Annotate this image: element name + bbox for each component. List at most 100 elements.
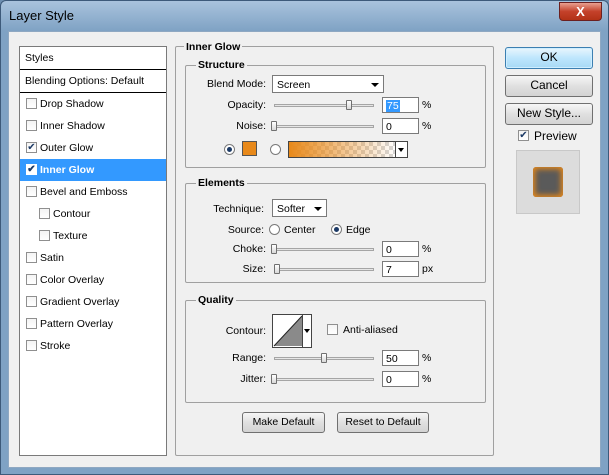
title-bar[interactable]: Layer Style X xyxy=(1,1,608,31)
style-item-label: Color Overlay xyxy=(40,274,105,286)
make-default-button[interactable]: Make Default xyxy=(242,412,325,433)
contour-picker[interactable] xyxy=(272,314,312,348)
size-slider[interactable] xyxy=(274,268,374,271)
elements-group: Elements Technique: Softer Source: Cente… xyxy=(185,177,486,283)
jitter-unit: % xyxy=(422,373,432,385)
style-item-inner-glow[interactable]: ✔ Inner Glow xyxy=(20,159,166,181)
new-style-button[interactable]: New Style... xyxy=(505,103,593,125)
source-center-radio[interactable] xyxy=(269,224,280,235)
style-item-drop-shadow[interactable]: Drop Shadow xyxy=(20,93,166,115)
opacity-input[interactable]: 75 xyxy=(382,97,419,113)
layer-style-window: Layer Style X Styles Blending Options: D… xyxy=(0,0,609,475)
ok-button[interactable]: OK xyxy=(505,47,593,69)
noise-value: 0 xyxy=(386,121,392,133)
source-edge-radio[interactable] xyxy=(331,224,342,235)
style-item-bevel-and-emboss[interactable]: Bevel and Emboss xyxy=(20,181,166,203)
close-button[interactable]: X xyxy=(559,2,602,21)
size-slider-thumb[interactable] xyxy=(274,264,280,274)
range-value: 50 xyxy=(386,353,398,365)
opacity-slider[interactable] xyxy=(274,104,374,107)
gradient-picker[interactable] xyxy=(288,141,408,158)
style-item-pattern-overlay[interactable]: Pattern Overlay xyxy=(20,313,166,335)
style-item-label: Contour xyxy=(53,208,91,220)
choke-slider[interactable] xyxy=(274,248,374,251)
preview-label[interactable]: Preview xyxy=(534,129,577,143)
dialog-client: Styles Blending Options: Default Drop Sh… xyxy=(8,31,601,468)
size-unit: px xyxy=(422,263,434,275)
range-slider-thumb[interactable] xyxy=(321,353,327,363)
quality-group: Quality Contour: Anti-aliased Range: 50 … xyxy=(185,294,486,403)
style-checkbox[interactable] xyxy=(26,318,37,329)
noise-slider[interactable] xyxy=(274,125,374,128)
styles-header[interactable]: Styles xyxy=(20,47,166,70)
preview-checkbox[interactable]: ✔ xyxy=(518,130,529,141)
source-center-label[interactable]: Center xyxy=(284,224,316,236)
style-checkbox[interactable] xyxy=(26,296,37,307)
range-label: Range: xyxy=(232,352,266,364)
style-item-label: Outer Glow xyxy=(40,142,94,154)
antialiased-checkbox[interactable] xyxy=(327,324,338,335)
style-item-stroke[interactable]: Stroke xyxy=(20,335,166,357)
source-edge-label[interactable]: Edge xyxy=(346,224,371,236)
style-checkbox[interactable] xyxy=(26,120,37,131)
cancel-button[interactable]: Cancel xyxy=(505,75,593,97)
blending-options-item[interactable]: Blending Options: Default xyxy=(20,70,166,93)
style-item-color-overlay[interactable]: Color Overlay xyxy=(20,269,166,291)
gradient-radio[interactable] xyxy=(270,144,281,155)
style-checkbox[interactable] xyxy=(39,208,50,219)
technique-select[interactable]: Softer xyxy=(272,199,327,217)
style-item-outer-glow[interactable]: ✔ Outer Glow xyxy=(20,137,166,159)
technique-label: Technique: xyxy=(213,203,264,215)
quality-title: Quality xyxy=(196,294,236,306)
style-checkbox[interactable] xyxy=(26,98,37,109)
style-item-texture[interactable]: Texture xyxy=(20,225,166,247)
style-checkbox[interactable] xyxy=(26,252,37,263)
style-item-label: Inner Shadow xyxy=(40,120,105,132)
jitter-slider-thumb[interactable] xyxy=(271,374,277,384)
style-checkbox[interactable] xyxy=(39,230,50,241)
style-checkbox[interactable] xyxy=(26,340,37,351)
style-checkbox[interactable] xyxy=(26,186,37,197)
style-item-label: Pattern Overlay xyxy=(40,318,113,330)
noise-label: Noise: xyxy=(236,120,266,132)
panel-title: Inner Glow xyxy=(184,41,243,53)
structure-group: Structure Blend Mode: Screen Opacity: 75… xyxy=(185,59,486,168)
choke-label: Choke: xyxy=(232,243,266,255)
style-checkbox[interactable]: ✔ xyxy=(26,142,37,153)
size-input[interactable]: 7 xyxy=(382,261,419,277)
jitter-input[interactable]: 0 xyxy=(382,371,419,387)
preview-swatch xyxy=(533,167,563,197)
blending-options-label: Blending Options: Default xyxy=(25,75,145,87)
glow-color-swatch[interactable] xyxy=(242,141,257,156)
opacity-value: 75 xyxy=(386,100,400,112)
style-checkbox[interactable] xyxy=(26,274,37,285)
style-item-label: Satin xyxy=(40,252,64,264)
opacity-slider-thumb[interactable] xyxy=(346,100,352,110)
style-item-satin[interactable]: Satin xyxy=(20,247,166,269)
style-item-label: Gradient Overlay xyxy=(40,296,120,308)
source-label: Source: xyxy=(227,224,264,236)
style-item-label: Drop Shadow xyxy=(40,98,104,110)
noise-slider-thumb[interactable] xyxy=(271,121,277,131)
style-item-gradient-overlay[interactable]: Gradient Overlay xyxy=(20,291,166,313)
jitter-slider[interactable] xyxy=(274,378,374,381)
jitter-value: 0 xyxy=(386,374,392,386)
choke-input[interactable]: 0 xyxy=(382,241,419,257)
blend-mode-select[interactable]: Screen xyxy=(272,75,384,93)
style-item-label: Bevel and Emboss xyxy=(40,186,128,198)
reset-default-button[interactable]: Reset to Default xyxy=(337,412,429,433)
contour-dropdown[interactable] xyxy=(302,315,311,347)
styles-header-label: Styles xyxy=(25,52,54,64)
choke-slider-thumb[interactable] xyxy=(271,244,277,254)
noise-input[interactable]: 0 xyxy=(382,118,419,134)
choke-unit: % xyxy=(422,243,432,255)
antialiased-label[interactable]: Anti-aliased xyxy=(343,324,398,336)
style-item-inner-shadow[interactable]: Inner Shadow xyxy=(20,115,166,137)
style-checkbox[interactable]: ✔ xyxy=(26,164,37,175)
range-input[interactable]: 50 xyxy=(382,350,419,366)
style-item-contour[interactable]: Contour xyxy=(20,203,166,225)
gradient-dropdown[interactable] xyxy=(395,142,407,157)
noise-unit: % xyxy=(422,120,432,132)
blend-mode-value: Screen xyxy=(277,79,311,91)
color-radio[interactable] xyxy=(224,144,235,155)
